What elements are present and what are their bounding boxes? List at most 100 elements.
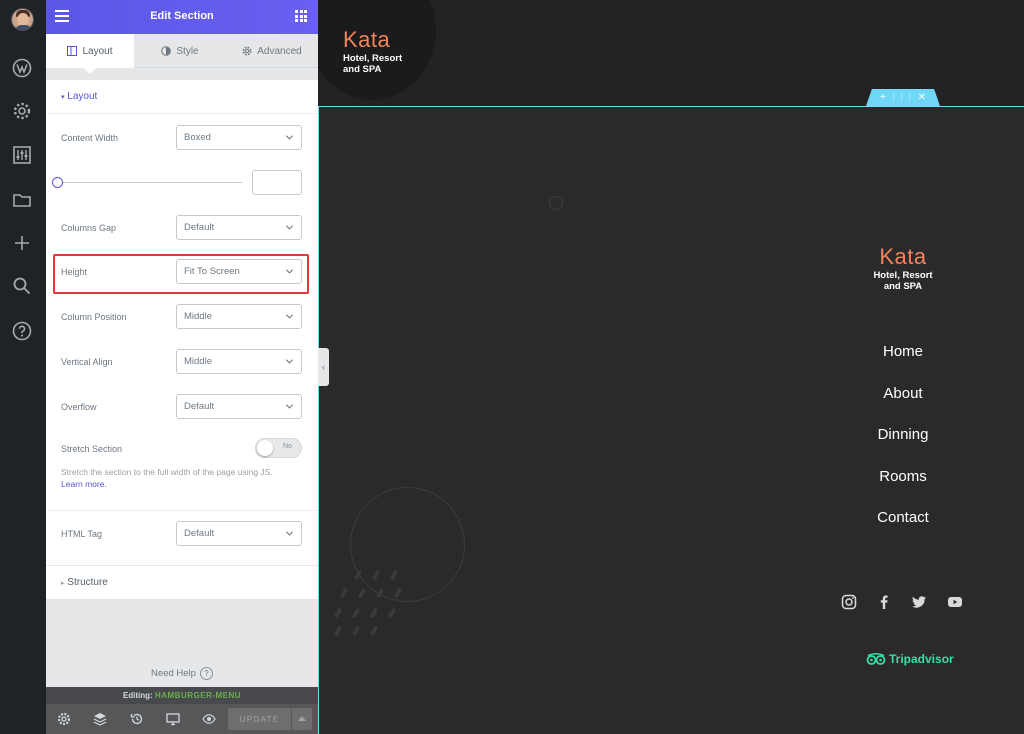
- editing-template-name: HAMBURGER-MENU: [154, 691, 242, 700]
- editor-panel: Edit Section Layout Style Advanced ▾ Lay…: [46, 0, 318, 734]
- panel-header: Edit Section: [46, 0, 318, 34]
- chevron-down-icon: [285, 135, 294, 140]
- nav-item-home[interactable]: Home: [838, 343, 968, 360]
- stretch-section-toggle-text: No: [283, 443, 292, 450]
- nav-item-rooms[interactable]: Rooms: [838, 468, 968, 485]
- chevron-down-icon: [285, 225, 294, 230]
- learn-more-link[interactable]: Learn more.: [61, 479, 107, 489]
- widgets-grid-icon[interactable]: [295, 10, 307, 22]
- content-width-select[interactable]: Boxed: [176, 125, 302, 150]
- vertical-align-select[interactable]: Middle: [176, 349, 302, 374]
- tab-layout-label: Layout: [82, 45, 113, 57]
- tab-advanced[interactable]: Advanced: [226, 34, 318, 68]
- vertical-align-label: Vertical Align: [61, 357, 113, 367]
- html-tag-label: HTML Tag: [61, 529, 103, 539]
- tripadvisor-owl-icon: [866, 652, 886, 665]
- chevron-down-icon: [285, 314, 294, 319]
- section-handle[interactable]: + ⋮⋮⋮ ✕: [866, 89, 940, 106]
- responsive-desktop-icon[interactable]: [166, 712, 180, 726]
- tripadvisor-logo[interactable]: Tripadvisor: [866, 652, 954, 666]
- selected-section[interactable]: [318, 106, 1024, 734]
- chevron-down-icon: [285, 531, 294, 536]
- html-tag-value: Default: [184, 528, 215, 539]
- user-avatar[interactable]: [11, 8, 34, 31]
- panel-title: Edit Section: [150, 10, 214, 22]
- delete-section-icon[interactable]: ✕: [918, 92, 926, 103]
- html-tag-select[interactable]: Default: [176, 521, 302, 546]
- decorative-small-ring: [549, 196, 563, 210]
- youtube-icon[interactable]: [947, 594, 963, 610]
- tripadvisor-label: Tripadvisor: [889, 652, 954, 666]
- content-width-slider-handle[interactable]: [52, 177, 63, 188]
- menu-logo-name: Kata: [879, 244, 927, 269]
- overflow-select[interactable]: Default: [176, 394, 302, 419]
- history-icon[interactable]: [130, 712, 144, 726]
- menu-logo[interactable]: Kata Hotel, Resort and SPA: [838, 244, 968, 292]
- need-help-label: Need Help: [151, 668, 196, 680]
- save-options-button[interactable]: [292, 708, 312, 730]
- wordpress-icon[interactable]: [12, 58, 32, 78]
- drag-handle-icon[interactable]: ⋮⋮⋮: [890, 93, 914, 102]
- overflow-value: Default: [184, 401, 215, 412]
- nav-item-dinning[interactable]: Dinning: [838, 426, 968, 443]
- panel-footer: UPDATE: [46, 704, 318, 734]
- sliders-icon[interactable]: [12, 145, 32, 165]
- question-icon: ?: [199, 667, 213, 680]
- settings-icon[interactable]: [57, 712, 71, 726]
- tab-advanced-label: Advanced: [257, 45, 302, 57]
- nav-item-contact[interactable]: Contact: [838, 509, 968, 526]
- decorative-dots: [333, 566, 404, 642]
- header-logo-name: Kata: [343, 27, 391, 52]
- content-width-number-input[interactable]: [252, 170, 302, 195]
- editor-canvas: Kata Hotel, Resort and SPA + ⋮⋮⋮ ✕ ‹ Kat…: [318, 0, 1024, 734]
- update-button[interactable]: UPDATE: [228, 708, 291, 730]
- tab-style-label: Style: [176, 45, 199, 57]
- header-logo-subtitle-2: and SPA: [343, 64, 382, 75]
- twitter-icon[interactable]: [911, 594, 927, 610]
- nav-item-about[interactable]: About: [838, 385, 968, 402]
- navigator-layers-icon[interactable]: [93, 712, 107, 726]
- columns-gap-label: Columns Gap: [61, 223, 117, 233]
- menu-logo-subtitle-1: Hotel, Resort: [873, 270, 933, 281]
- stretch-section-label: Stretch Section: [61, 444, 123, 454]
- editing-prefix: Editing:: [122, 691, 153, 700]
- chevron-down-icon: [285, 404, 294, 409]
- menu-logo-subtitle-2: and SPA: [883, 281, 923, 292]
- half-circle-icon: [161, 46, 172, 56]
- column-position-select[interactable]: Middle: [176, 304, 302, 329]
- stretch-section-description: Stretch the section to the full width of…: [61, 466, 301, 490]
- tab-layout[interactable]: Layout: [46, 34, 134, 74]
- panel-tabs: Layout Style Advanced: [46, 34, 318, 74]
- layout-section-header[interactable]: ▾ Layout: [61, 91, 97, 102]
- help-icon[interactable]: [12, 321, 32, 341]
- instagram-icon[interactable]: [841, 594, 857, 610]
- facebook-icon[interactable]: [876, 594, 892, 610]
- search-icon[interactable]: [12, 276, 32, 296]
- header-logo-subtitle-1: Hotel, Resort: [343, 53, 403, 64]
- height-highlight-box: [53, 254, 309, 294]
- add-section-icon[interactable]: +: [880, 92, 886, 103]
- need-help-link[interactable]: Need Help?: [46, 667, 318, 680]
- layout-section-title: Layout: [67, 91, 98, 102]
- content-width-slider-track[interactable]: [58, 182, 242, 183]
- header-logo[interactable]: Kata Hotel, Resort and SPA: [343, 27, 402, 75]
- column-position-value: Middle: [184, 311, 212, 322]
- column-position-label: Column Position: [61, 312, 127, 322]
- columns-icon: [67, 46, 78, 56]
- wp-admin-sidebar: [0, 0, 46, 734]
- chevron-down-icon: [285, 359, 294, 364]
- structure-section-header[interactable]: ▸ Structure: [61, 577, 108, 588]
- gear-icon: [242, 46, 252, 56]
- tab-style[interactable]: Style: [134, 34, 226, 68]
- structure-section-title: Structure: [67, 577, 108, 588]
- columns-gap-select[interactable]: Default: [176, 215, 302, 240]
- stretch-section-toggle[interactable]: No: [255, 438, 302, 458]
- plus-icon[interactable]: [12, 233, 32, 253]
- content-width-label: Content Width: [61, 133, 119, 143]
- vertical-align-value: Middle: [184, 356, 212, 367]
- collapse-panel-toggle[interactable]: ‹: [318, 348, 329, 386]
- settings-gear-icon[interactable]: [12, 101, 32, 121]
- folder-icon[interactable]: [12, 190, 32, 210]
- stretch-description-text: Stretch the section to the full width of…: [61, 467, 273, 477]
- preview-eye-icon[interactable]: [202, 712, 216, 726]
